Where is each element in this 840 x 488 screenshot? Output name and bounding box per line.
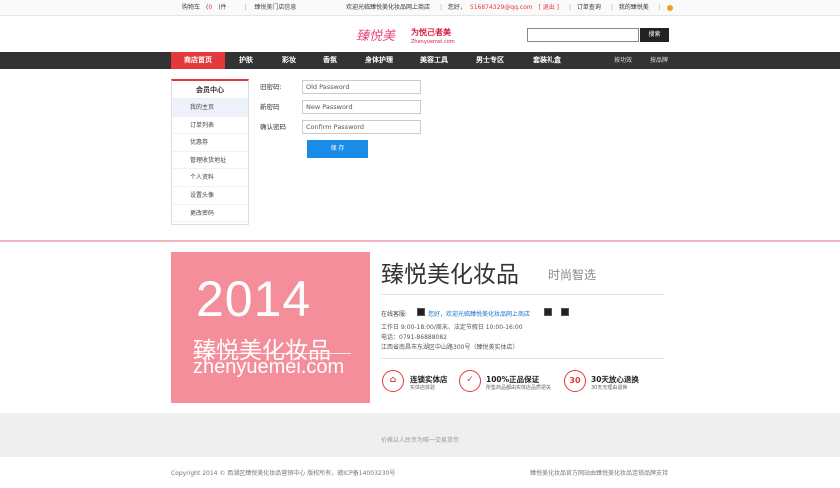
top-bar: 购物车 (0)件 | 臻悦美门店信息 欢迎光临臻悦美化妆品网上商店 | 您好， 51… — [0, 0, 840, 16]
welcome-text: 欢迎光临臻悦美化妆品网上商店 — [346, 4, 431, 11]
member-sidebar: 会员中心 我的主页 订单列表 优惠券 管理收货地址 个人资料 设置头像 更改密码 — [171, 79, 249, 225]
my-account-link[interactable]: 我的臻悦美 — [619, 4, 649, 11]
sidebar-item-change-password[interactable]: 更改密码 — [172, 205, 248, 223]
nav-by-brand[interactable]: 按品牌 — [650, 52, 668, 69]
copyright: Copyright 2014 © 西湖区臻悦美化妆品营销中心 版权所有，赣ICP… — [171, 470, 396, 477]
promo-domain: zhenyuemei.com — [193, 356, 345, 378]
badge-sub-store: 实体店体验 — [410, 385, 436, 391]
currency-note: 价格以人民币为唯一交易货币 — [380, 437, 459, 444]
confirm-password-field[interactable] — [302, 120, 421, 134]
store-address: 江西省南昌市东湖区中山路300号（臻悦美实体店） — [381, 344, 519, 351]
qq-icon[interactable] — [544, 308, 552, 316]
new-password-field[interactable] — [302, 100, 421, 114]
nav-by-effect[interactable]: 按功效 — [614, 52, 632, 69]
header: 臻悦美 为悦己者美 Zhenyuemei.com 搜索 — [0, 16, 840, 52]
confirm-password-label: 确认密码 — [260, 123, 286, 131]
main-nav: 商店首页 护肤 彩妆 香氛 身体护理 美容工具 男士专区 套装礼盒 按功效 按品… — [0, 52, 840, 69]
logo-slogan: 为悦己者美 — [411, 28, 451, 37]
promo-banner: 2014 臻悦美化妆品 zhenyuemei.com — [171, 252, 370, 403]
logo[interactable]: 臻悦美 — [356, 25, 395, 44]
30-days-icon: 30 — [564, 370, 586, 392]
promo-year: 2014 — [196, 271, 312, 327]
greeting-text: 您好， — [447, 4, 466, 11]
service-label: 在线客服: — [381, 311, 408, 318]
badge-sub-return: 30天无理由退换 — [591, 385, 628, 391]
sidebar-item-orders[interactable]: 订单列表 — [172, 117, 248, 135]
nav-item-fragrance[interactable]: 香氛 — [315, 52, 345, 69]
nav-item-gift-sets[interactable]: 套装礼盒 — [526, 52, 568, 69]
nav-item-home[interactable]: 商店首页 — [171, 52, 225, 69]
shield-icon: ✓ — [459, 370, 481, 392]
nav-item-body-care[interactable]: 身体护理 — [359, 52, 399, 69]
store-info-link[interactable]: 臻悦美门店信息 — [254, 4, 296, 11]
logout-link[interactable]: [ 退出 ] — [539, 4, 560, 11]
old-password-field[interactable] — [302, 80, 421, 94]
logo-domain: Zhenyuemei.com — [411, 39, 455, 45]
nav-item-beauty-tools[interactable]: 美容工具 — [414, 52, 454, 69]
old-password-label: 旧密码: — [260, 83, 282, 91]
qq-icon[interactable] — [417, 308, 425, 316]
save-button[interactable]: 保 存 — [307, 140, 368, 158]
sidebar-item-avatar[interactable]: 设置头像 — [172, 187, 248, 205]
cart-unit: 件 — [220, 4, 227, 11]
cart-count: 0 — [208, 4, 213, 11]
user-email[interactable]: 516874329@qq.com — [470, 4, 533, 11]
nav-item-makeup[interactable]: 彩妆 — [274, 52, 304, 69]
search-input[interactable] — [527, 28, 639, 42]
order-query-link[interactable]: 订单查询 — [577, 4, 601, 11]
new-password-label: 新密码 — [260, 103, 280, 111]
store-icon: ⌂ — [382, 370, 404, 392]
cart-link[interactable]: 购物车 (0)件 — [182, 4, 233, 11]
powered-by: 臻悦美化妆品官方网站由臻悦美化妆品连锁品牌支持 — [529, 470, 668, 477]
nav-item-men[interactable]: 男士专区 — [470, 52, 510, 69]
contact-phone: 电话：0791-86888082 — [381, 334, 447, 341]
business-hours: 工作日 9:00-18:00/周末、法定节假日 10:00-16:00 — [381, 324, 523, 331]
section-divider — [0, 240, 840, 242]
cart-label: 购物车 — [182, 4, 201, 11]
sidebar-title: 会员中心 — [172, 81, 248, 99]
nav-item-skincare[interactable]: 护肤 — [231, 52, 261, 69]
brand-divider — [381, 294, 664, 295]
brand-title: 臻悦美化妆品 — [381, 262, 519, 288]
qq-icon[interactable] — [561, 308, 569, 316]
weibo-icon[interactable] — [666, 4, 673, 11]
badge-sub-authentic: 所售商品都由实体店品质把关 — [486, 385, 552, 391]
sidebar-item-home[interactable]: 我的主页 — [172, 99, 248, 117]
sidebar-item-addresses[interactable]: 管理收货地址 — [172, 152, 248, 170]
search-button[interactable]: 搜索 — [640, 28, 669, 42]
info-divider — [381, 358, 664, 359]
promo-divider — [193, 353, 351, 354]
sidebar-item-profile[interactable]: 个人资料 — [172, 169, 248, 187]
brand-slogan: 时尚智选 — [548, 268, 597, 282]
sidebar-item-coupons[interactable]: 优惠券 — [172, 134, 248, 152]
service-link[interactable]: 您好，欢迎光临臻悦美化妆品网上商店 — [428, 309, 530, 318]
